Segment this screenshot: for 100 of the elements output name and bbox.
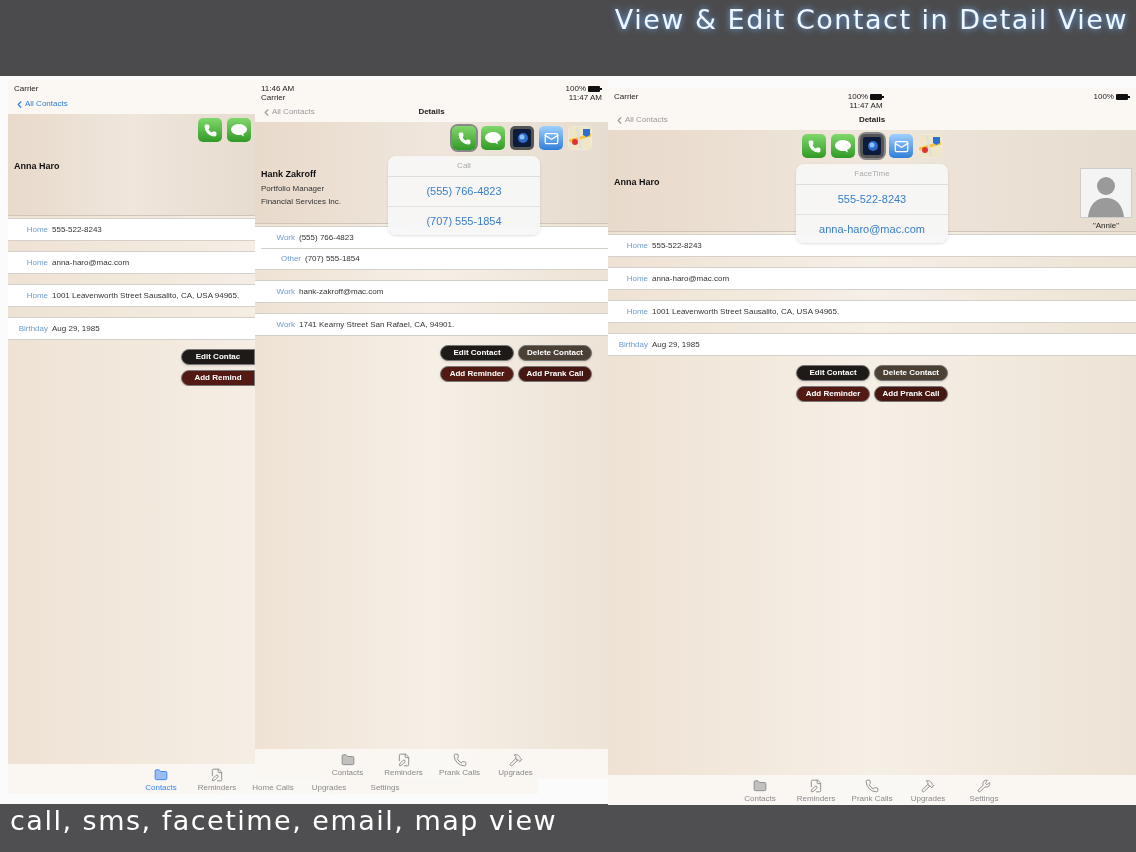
action-button[interactable]: Add Prank Call: [518, 366, 592, 382]
field-label: Home: [625, 239, 648, 252]
tab-item[interactable]: Settings: [357, 783, 413, 792]
field-value: 1001 Leavenworth Street Sausalito, CA, USA 94965.: [652, 305, 840, 318]
mail-button[interactable]: [539, 126, 563, 150]
phone-icon: [203, 123, 217, 137]
speech-bubble-icon: [230, 123, 248, 137]
field-value: hank-zakroff@mac.com: [299, 285, 384, 298]
headline: View & Edit Contact in Detail View: [614, 3, 1128, 37]
battery-icon: [1116, 93, 1130, 100]
contact-detail: Financial Services Inc.: [261, 195, 342, 208]
hammer-icon: [508, 753, 523, 767]
field-value: anna-haro@mac.com: [652, 272, 730, 285]
sms-button[interactable]: [227, 118, 251, 142]
status-text: Carrier: [614, 92, 639, 101]
status-text: 100%: [1093, 92, 1114, 101]
tab-item[interactable]: Prank Calls: [431, 753, 488, 777]
tab-item[interactable]: Contacts: [133, 768, 189, 792]
avatar-silhouette: [1080, 168, 1132, 218]
tab-item[interactable]: Prank Calls: [844, 779, 900, 803]
contact-name: Anna Haro: [614, 176, 660, 189]
map-icon: [569, 127, 591, 149]
action-button[interactable]: Edit Contac: [181, 349, 255, 365]
notepad-icon: [210, 768, 224, 782]
notepad-icon: [809, 779, 823, 793]
tab-item[interactable]: Upgrades: [301, 783, 357, 792]
popover-title: FaceTime: [796, 164, 948, 185]
folder-icon: [340, 753, 355, 767]
action-button[interactable]: Add Reminder: [440, 366, 514, 382]
action-button[interactable]: Add Prank Call: [874, 386, 948, 402]
contact-name: Hank Zakroff: [261, 168, 316, 181]
tab-item[interactable]: Settings: [956, 779, 1012, 803]
back-button[interactable]: All Contacts: [14, 98, 68, 110]
envelope-icon: [893, 138, 909, 154]
action-button[interactable]: Add Remind: [181, 370, 255, 386]
action-button[interactable]: Add Reminder: [796, 386, 870, 402]
field-value: anna-haro@mac.com: [52, 256, 130, 269]
field-label: Home: [25, 223, 48, 236]
field-label: Home: [25, 289, 48, 302]
screen-icon: [513, 129, 531, 147]
facetime-button[interactable]: [510, 126, 534, 150]
envelope-icon: [543, 130, 559, 146]
popover-title: Call: [388, 156, 540, 177]
field-value: Aug 29, 1985: [52, 322, 100, 335]
status-text: 11:46 AM: [261, 84, 295, 93]
caption: call, sms, facetime, email, map view: [10, 804, 558, 838]
tab-item[interactable]: Contacts: [732, 779, 788, 803]
popover-option[interactable]: 555-522-8243: [796, 185, 948, 214]
phone-button[interactable]: [802, 134, 826, 158]
sms-button[interactable]: [481, 126, 505, 150]
tab-item[interactable]: Reminders: [788, 779, 844, 803]
status-text: 100%: [565, 84, 586, 93]
action-button[interactable]: Delete Contact: [874, 365, 948, 381]
sms-button[interactable]: [831, 134, 855, 158]
field-value: (707) 555-1854: [305, 253, 360, 265]
hammer-icon: [921, 779, 935, 793]
notepad-icon: [396, 753, 411, 767]
phone-button[interactable]: [198, 118, 222, 142]
field-value: (555) 766-4823: [299, 231, 354, 244]
contact-detail: Portfolio Manager: [261, 182, 325, 195]
action-button[interactable]: Delete Contact: [518, 345, 592, 361]
field-value: 1741 Kearny Street San Rafael, CA, 94901.: [299, 318, 455, 331]
tab-item[interactable]: Reminders: [375, 753, 432, 777]
map-button[interactable]: [918, 134, 942, 158]
back-button[interactable]: All Contacts: [261, 106, 315, 118]
field-label: Birthday: [617, 338, 648, 351]
folder-icon: [753, 779, 767, 793]
tab-item[interactable]: Contacts: [319, 753, 376, 777]
action-button[interactable]: Edit Contact: [796, 365, 870, 381]
phone-button[interactable]: [452, 126, 476, 150]
mail-button[interactable]: [889, 134, 913, 158]
back-button[interactable]: All Contacts: [614, 114, 668, 126]
field-value: 555-522-8243: [652, 239, 702, 252]
tab-item[interactable]: Upgrades: [487, 753, 544, 777]
phone-icon: [457, 131, 471, 145]
tab-item[interactable]: Home Calls: [245, 783, 301, 792]
field-label: Work: [275, 285, 295, 298]
map-icon: [919, 135, 941, 157]
field-value: Aug 29, 1985: [652, 338, 700, 351]
map-button[interactable]: [568, 126, 592, 150]
status-text: Carrier: [14, 84, 39, 93]
status-text: 11:47 AM: [849, 101, 883, 110]
battery-icon: [870, 93, 885, 100]
tab-item[interactable]: Upgrades: [900, 779, 956, 803]
field-label: Home: [625, 272, 648, 285]
tab-item[interactable]: Reminders: [189, 768, 245, 792]
facetime-button[interactable]: [860, 134, 884, 158]
speech-bubble-icon: [484, 131, 502, 145]
action-button[interactable]: Edit Contact: [440, 345, 514, 361]
field-label: Home: [25, 256, 48, 269]
phone-icon: [807, 139, 821, 153]
contact-name: Anna Haro: [14, 160, 60, 173]
battery-icon: [588, 85, 602, 92]
field-value: 555-522-8243: [52, 223, 102, 236]
status-text: 11:47 AM: [568, 93, 602, 102]
phone-icon: [865, 779, 879, 793]
nav-title: Details: [418, 106, 445, 118]
nickname: "Annie": [1092, 220, 1120, 232]
popover-option[interactable]: (555) 766-4823: [388, 177, 540, 206]
wrench-icon: [977, 779, 991, 793]
